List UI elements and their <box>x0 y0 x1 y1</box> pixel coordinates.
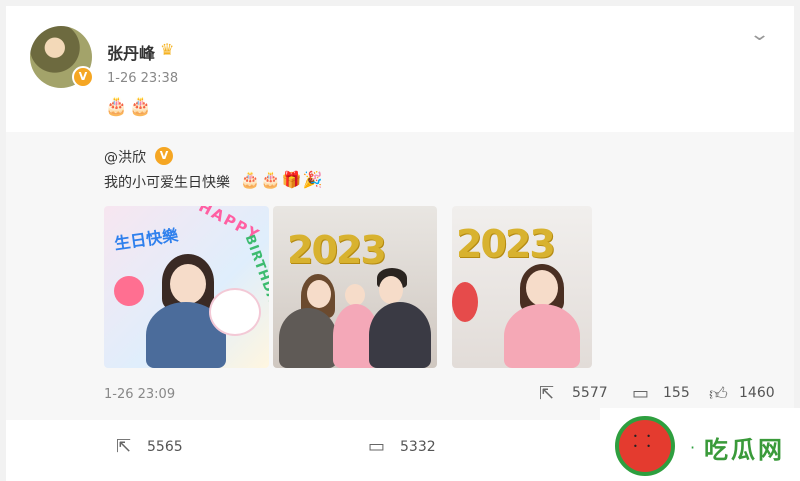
person-body <box>369 302 431 368</box>
repost-emoji: 🎂🎂🎁🎉 <box>240 170 324 189</box>
watermark-separator: · <box>690 438 696 457</box>
watermark-text: 吃瓜网 <box>704 436 785 464</box>
repost-time[interactable]: 1-26 23:09 <box>104 387 175 402</box>
post-time[interactable]: 1-26 23:38 <box>107 71 178 86</box>
girl-face <box>345 284 365 306</box>
chevron-down-icon[interactable]: ⌄ <box>749 24 770 45</box>
person-face <box>307 280 331 308</box>
repost-mention[interactable]: @洪欣 <box>104 147 146 167</box>
avatar[interactable]: V <box>30 26 94 88</box>
share-button-count[interactable]: 5565 <box>147 439 183 455</box>
photo-overlay-title: 生日快樂 <box>113 225 180 254</box>
watermelon-seeds: • • • • <box>633 432 654 451</box>
balloon-number: 2023 <box>456 222 556 266</box>
balloon-number: 2023 <box>287 228 387 272</box>
share-count[interactable]: 5577 <box>572 385 608 401</box>
person-face <box>379 276 403 304</box>
comment-icon[interactable]: ▭ <box>632 383 649 404</box>
cartoon-character <box>209 288 261 336</box>
photo-3[interactable]: 2023 <box>452 206 592 368</box>
girl-face <box>526 270 558 306</box>
girl-face <box>170 264 206 304</box>
verified-badge-icon: V <box>155 147 173 165</box>
comment-icon[interactable]: ▭ <box>368 436 385 457</box>
repost-text: 我的小可爱生日快樂 <box>104 175 230 191</box>
photo-1[interactable]: 生日快樂 HAPPY BIRTHDAY <box>104 206 269 368</box>
comment-button-count[interactable]: 5332 <box>400 439 436 455</box>
verified-badge-icon: V <box>72 66 94 88</box>
like-icon[interactable]: 👍︎ <box>709 383 728 405</box>
person-body <box>279 308 337 368</box>
crown-icon: ♛ <box>160 40 175 59</box>
post-text: 🎂🎂 <box>105 96 154 117</box>
cartoon-balloon <box>114 276 144 306</box>
red-balloon <box>452 282 478 322</box>
like-count[interactable]: 1460 <box>739 385 775 401</box>
share-icon[interactable]: ⇱ <box>539 383 554 404</box>
girl-dress <box>504 304 580 368</box>
comment-count[interactable]: 155 <box>663 385 690 401</box>
photo-2[interactable]: 2023 <box>273 206 437 368</box>
share-icon[interactable]: ⇱ <box>116 436 131 457</box>
username[interactable]: 张丹峰 <box>107 40 155 64</box>
